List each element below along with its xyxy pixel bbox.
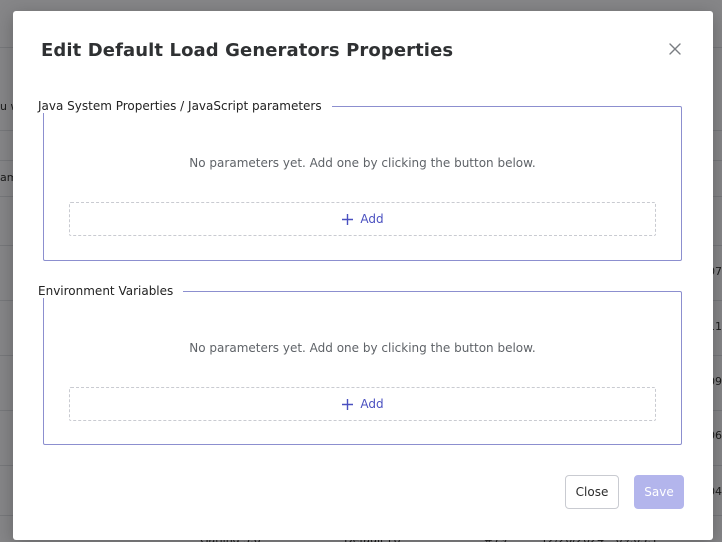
java-properties-group: Java System Properties / JavaScript para… bbox=[36, 99, 682, 261]
env-variables-legend: Environment Variables bbox=[36, 284, 184, 298]
edit-properties-dialog: Edit Default Load Generators Properties … bbox=[13, 11, 713, 540]
env-add-label: Add bbox=[360, 397, 384, 411]
dialog-title: Edit Default Load Generators Properties bbox=[41, 40, 454, 61]
save-button[interactable]: Save bbox=[634, 475, 684, 509]
close-icon[interactable] bbox=[667, 41, 683, 57]
java-properties-legend: Java System Properties / JavaScript para… bbox=[36, 99, 332, 113]
plus-icon bbox=[341, 398, 354, 411]
java-empty-message: No parameters yet. Add one by clicking t… bbox=[189, 156, 536, 170]
java-add-button[interactable]: Add bbox=[69, 202, 656, 236]
env-empty-message: No parameters yet. Add one by clicking t… bbox=[189, 341, 536, 355]
plus-icon bbox=[341, 213, 354, 226]
close-button[interactable]: Close bbox=[565, 475, 619, 509]
env-variables-group: Environment Variables No parameters yet.… bbox=[36, 284, 682, 445]
env-add-button[interactable]: Add bbox=[69, 387, 656, 421]
java-add-label: Add bbox=[360, 212, 384, 226]
